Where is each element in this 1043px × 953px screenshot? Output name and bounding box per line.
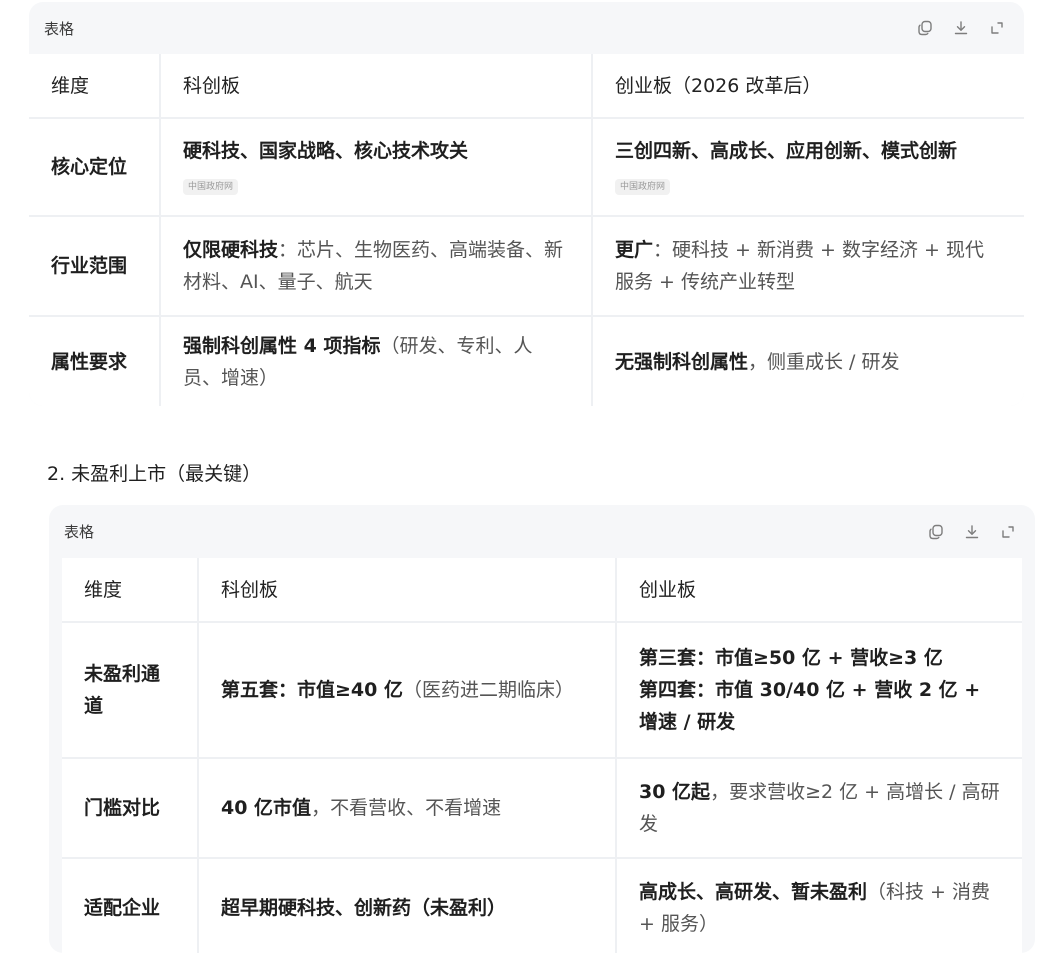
table-cell: 强制科创属性 4 项指标（研发、专利、人员、增速） bbox=[160, 316, 593, 406]
cell-text: （医药进二期临床） bbox=[402, 679, 574, 701]
table-cell: 第五套：市值≥40 亿（医药进二期临床） bbox=[198, 622, 617, 759]
row-label: 未盈利通道 bbox=[62, 622, 199, 759]
cell-bold-text: 第四套：市值 30/40 亿 + 营收 2 亿 + 增速 / 研发 bbox=[639, 679, 981, 733]
table-cell: 三创四新、高成长、应用创新、模式创新 中国政府网 bbox=[592, 118, 1024, 217]
cell-bold-text: 30 亿起 bbox=[639, 781, 711, 803]
table-card-2: 表格 维度 科创板 创业板 未盈利通道 第五套：市值≥40 亿（医药进二期临床） bbox=[49, 505, 1035, 953]
table-cell: 无强制科创属性，侧重成长 / 研发 bbox=[592, 316, 1024, 406]
cell-bold-text: 第三套：市值≥50 亿 + 营收≥3 亿 bbox=[639, 647, 943, 669]
table-row: 属性要求 强制科创属性 4 项指标（研发、专利、人员、增速） 无强制科创属性，侧… bbox=[29, 316, 1024, 406]
cell-bold-text: 仅限硬科技 bbox=[183, 239, 279, 261]
row-label: 属性要求 bbox=[29, 316, 161, 406]
cell-bold-text: 40 亿市值 bbox=[221, 797, 312, 819]
table-header-row: 维度 科创板 创业板（2026 改革后） bbox=[29, 54, 1024, 119]
cell-bold-text: 强制科创属性 4 项指标 bbox=[183, 335, 381, 357]
table-row: 适配企业 超早期硬科技、创新药（未盈利） 高成长、高研发、暂未盈利（科技 + 消… bbox=[62, 858, 1022, 953]
table-cell: 超早期硬科技、创新药（未盈利） bbox=[198, 858, 617, 953]
table-body: 维度 科创板 创业板 未盈利通道 第五套：市值≥40 亿（医药进二期临床） 第三… bbox=[62, 558, 1022, 953]
header-cell: 科创板 bbox=[198, 558, 617, 623]
table-cell: 仅限硬科技：芯片、生物医药、高端装备、新材料、AI、量子、航天 bbox=[160, 216, 593, 317]
cell-bold-text: 第五套：市值≥40 亿 bbox=[221, 679, 403, 701]
header-cell: 创业板 bbox=[616, 558, 1022, 623]
section-title: 2. 未盈利上市（最关键） bbox=[47, 463, 262, 485]
table-card-1: 表格 维度 科创板 创业板（2026 改革后） 核心定位 硬科技、国家战略、核心… bbox=[29, 2, 1024, 406]
table-cell: 第三套：市值≥50 亿 + 营收≥3 亿 第四套：市值 30/40 亿 + 营收… bbox=[616, 622, 1022, 759]
table-cell: 高成长、高研发、暂未盈利（科技 + 消费 + 服务） bbox=[616, 858, 1022, 953]
row-label: 门槛对比 bbox=[62, 758, 199, 859]
comparison-table-2: 维度 科创板 创业板 未盈利通道 第五套：市值≥40 亿（医药进二期临床） 第三… bbox=[62, 558, 1022, 953]
cell-bold-text: 高成长、高研发、暂未盈利 bbox=[639, 881, 868, 903]
header-cell: 维度 bbox=[62, 558, 199, 623]
table-header-row: 维度 科创板 创业板 bbox=[62, 558, 1022, 623]
table-title: 表格 bbox=[44, 19, 75, 38]
row-label: 适配企业 bbox=[62, 858, 199, 953]
cell-bold-text: 无强制科创属性 bbox=[615, 351, 749, 373]
table-row: 行业范围 仅限硬科技：芯片、生物医药、高端装备、新材料、AI、量子、航天 更广：… bbox=[29, 216, 1024, 317]
table-row: 核心定位 硬科技、国家战略、核心技术攻关 中国政府网 三创四新、高成长、应用创新… bbox=[29, 118, 1024, 217]
table-cell: 更广：硬科技 + 新消费 + 数字经济 + 现代服务 + 传统产业转型 bbox=[592, 216, 1024, 317]
cell-bold-text: 更广 bbox=[615, 239, 654, 261]
table-header-bar: 表格 bbox=[49, 505, 1035, 558]
copy-icon[interactable] bbox=[925, 521, 947, 543]
download-icon[interactable] bbox=[961, 521, 983, 543]
table-toolbar bbox=[914, 17, 1008, 39]
cell-bold-text: 硬科技、国家战略、核心技术攻关 bbox=[183, 140, 469, 162]
expand-icon[interactable] bbox=[997, 521, 1019, 543]
table-cell: 30 亿起，要求营收≥2 亿 + 高增长 / 高研发 bbox=[616, 758, 1022, 859]
header-cell: 科创板 bbox=[160, 54, 593, 119]
table-cell: 硬科技、国家战略、核心技术攻关 中国政府网 bbox=[160, 118, 593, 217]
comparison-table-1: 维度 科创板 创业板（2026 改革后） 核心定位 硬科技、国家战略、核心技术攻… bbox=[29, 54, 1024, 406]
table-title: 表格 bbox=[64, 523, 95, 541]
cell-text: ，侧重成长 / 研发 bbox=[748, 351, 900, 373]
table-cell: 40 亿市值，不看营收、不看增速 bbox=[198, 758, 617, 859]
expand-icon[interactable] bbox=[986, 17, 1008, 39]
header-cell: 维度 bbox=[29, 54, 161, 119]
table-row: 未盈利通道 第五套：市值≥40 亿（医药进二期临床） 第三套：市值≥50 亿 +… bbox=[62, 622, 1022, 759]
table-header-bar: 表格 bbox=[29, 2, 1024, 54]
download-icon[interactable] bbox=[950, 17, 972, 39]
row-label: 核心定位 bbox=[29, 118, 161, 217]
row-label: 行业范围 bbox=[29, 216, 161, 317]
table-row: 门槛对比 40 亿市值，不看营收、不看增速 30 亿起，要求营收≥2 亿 + 高… bbox=[62, 758, 1022, 859]
table-body: 维度 科创板 创业板（2026 改革后） 核心定位 硬科技、国家战略、核心技术攻… bbox=[29, 54, 1024, 406]
header-cell: 创业板（2026 改革后） bbox=[592, 54, 1024, 119]
cell-text: ：硬科技 + 新消费 + 数字经济 + 现代服务 + 传统产业转型 bbox=[615, 239, 985, 293]
cell-bold-text: 三创四新、高成长、应用创新、模式创新 bbox=[615, 140, 958, 162]
cell-text: ，不看营收、不看增速 bbox=[311, 797, 502, 819]
source-badge[interactable]: 中国政府网 bbox=[183, 179, 239, 195]
cell-bold-text: 超早期硬科技、创新药（未盈利） bbox=[221, 897, 507, 919]
table-toolbar bbox=[925, 521, 1019, 543]
source-badge[interactable]: 中国政府网 bbox=[615, 179, 671, 195]
copy-icon[interactable] bbox=[914, 17, 936, 39]
